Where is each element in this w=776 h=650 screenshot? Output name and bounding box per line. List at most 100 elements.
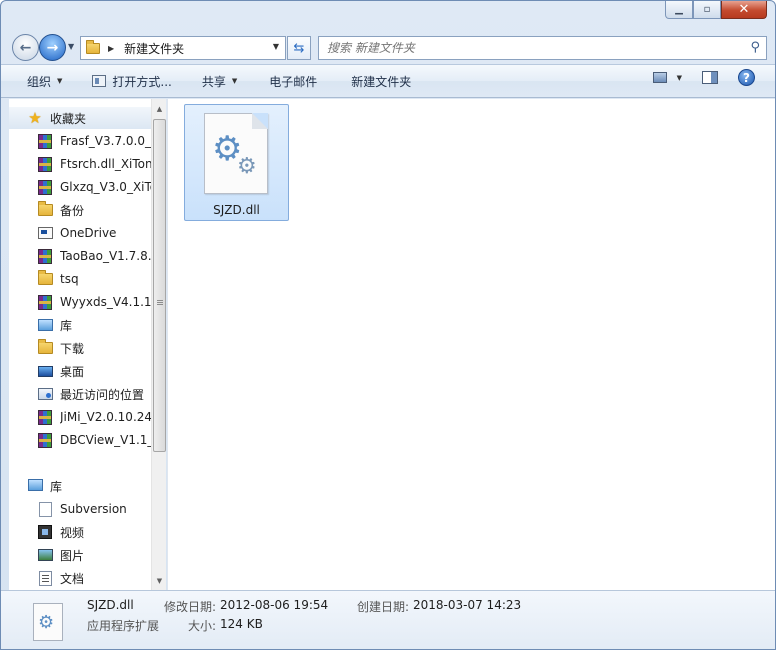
nav-item-label: 库 — [60, 318, 73, 333]
close-button[interactable]: ✕ — [721, 1, 767, 19]
share-label: 共享 — [201, 74, 226, 89]
chevron-down-icon[interactable]: ▼ — [677, 74, 682, 82]
nav-item[interactable]: DBCView_V1.1_ — [37, 429, 151, 451]
nav-item-label: OneDrive — [60, 226, 117, 240]
back-button[interactable]: ← — [12, 34, 39, 61]
libraries-label: 库 — [50, 479, 63, 494]
details-modified-value: 2012-08-06 19:54 — [220, 598, 329, 612]
email-label: 电子邮件 — [269, 74, 318, 89]
recent-pages-dropdown[interactable]: ▼ — [68, 42, 74, 51]
details-file-type: 应用程序扩展 — [87, 619, 160, 633]
nav-item[interactable]: 文档 — [37, 567, 151, 589]
chevron-down-icon[interactable]: ▼ — [273, 42, 279, 51]
details-file-name: SJZD.dll — [87, 598, 134, 612]
chevron-right-icon[interactable]: ▶ — [108, 44, 114, 53]
video-library-icon — [37, 524, 53, 540]
email-button[interactable]: 电子邮件 — [263, 69, 323, 93]
rar-archive-icon — [37, 248, 53, 264]
nav-item[interactable]: tsq — [37, 268, 151, 290]
refresh-button[interactable]: ⇆ — [287, 36, 311, 60]
details-pane: ⚙ SJZD.dll 应用程序扩展 修改日期: 2012-08-06 19:54… — [1, 590, 775, 649]
arrow-left-icon: ← — [19, 39, 32, 56]
details-size-label: 大小: — [188, 619, 217, 633]
search-icon[interactable]: ⚲ — [750, 40, 760, 55]
close-icon: ✕ — [738, 2, 750, 17]
nav-item[interactable]: 下载 — [37, 337, 151, 359]
navigation-scrollbar[interactable]: ▲ ▼ — [151, 99, 166, 590]
download-folder-icon — [37, 339, 53, 356]
favorites-header[interactable]: ★ 收藏夹 — [9, 107, 151, 129]
nav-item-label: Glxzq_V3.0_XiTo — [60, 180, 151, 194]
search-input[interactable] — [327, 41, 747, 55]
nav-item-label: Wyyxds_V4.1.1. — [60, 295, 151, 309]
nav-item[interactable]: Subversion — [37, 498, 151, 520]
open-with-button[interactable]: 打开方式... — [86, 69, 177, 93]
nav-item[interactable]: TaoBao_V1.7.8. — [37, 245, 151, 267]
preview-pane-icon[interactable] — [702, 71, 718, 84]
nav-item-label: 文档 — [60, 571, 85, 586]
open-with-label: 打开方式... — [112, 74, 172, 89]
nav-item[interactable]: Wyyxds_V4.1.1. — [37, 291, 151, 313]
refresh-icon: ⇆ — [293, 40, 305, 56]
rar-archive-icon — [37, 133, 53, 149]
nav-item[interactable]: 桌面 — [37, 360, 151, 382]
nav-item[interactable]: 库 — [37, 314, 151, 336]
grip-icon — [157, 300, 163, 301]
nav-item[interactable]: 最近访问的位置 — [37, 383, 151, 405]
nav-item[interactable]: Glxzq_V3.0_XiTo — [37, 176, 151, 198]
scrollbar-thumb[interactable] — [153, 119, 166, 452]
command-bar: 组织 ▼ 打开方式... 共享 ▼ 电子邮件 新建文件夹 ▼ ? — [1, 64, 775, 98]
nav-item[interactable]: 图片 — [37, 544, 151, 566]
new-folder-button[interactable]: 新建文件夹 — [345, 69, 417, 93]
minimize-button[interactable]: ▁ — [665, 1, 693, 19]
folder-icon — [37, 201, 53, 218]
nav-item[interactable]: 视频 — [37, 521, 151, 543]
change-view-icon[interactable] — [652, 72, 667, 83]
details-created-label: 创建日期: — [357, 600, 410, 614]
scroll-down-arrow-icon[interactable]: ▼ — [152, 573, 167, 588]
nav-item[interactable]: OneDrive — [37, 222, 151, 244]
file-item-selected[interactable]: ⚙ ⚙ SJZD.dll — [184, 104, 289, 221]
subversion-icon — [37, 501, 53, 517]
maximize-icon: ▫ — [703, 4, 711, 15]
breadcrumb-current-folder[interactable]: 新建文件夹 — [124, 40, 184, 57]
nav-item-label: 桌面 — [60, 364, 85, 379]
chevron-down-icon: ▼ — [231, 77, 238, 85]
scroll-up-arrow-icon[interactable]: ▲ — [152, 101, 167, 116]
details-modified-label: 修改日期: — [164, 600, 217, 614]
open-with-icon — [92, 75, 107, 87]
nav-item[interactable]: JiMi_V2.0.10.24_ — [37, 406, 151, 428]
address-bar[interactable]: ▶ 新建文件夹 ▼ — [80, 36, 286, 60]
nav-item[interactable]: Frasf_V3.7.0.0_X — [37, 130, 151, 152]
folder-icon — [86, 39, 100, 54]
forward-button[interactable]: → — [39, 34, 66, 61]
nav-item[interactable]: 备份 — [37, 199, 151, 221]
view-controls: ▼ ? — [652, 69, 775, 86]
share-button[interactable]: 共享 ▼ — [196, 69, 243, 93]
chevron-down-icon: ▼ — [57, 77, 63, 85]
nav-item[interactable]: Ftsrch.dll_XiTon — [37, 153, 151, 175]
organize-button[interactable]: 组织 ▼ — [21, 69, 68, 93]
help-icon[interactable]: ? — [738, 69, 755, 86]
nav-item-label: Frasf_V3.7.0.0_X — [60, 134, 151, 148]
recent-places-icon — [37, 386, 53, 402]
search-box[interactable]: ⚲ — [318, 36, 767, 60]
maximize-button[interactable]: ▫ — [693, 1, 721, 19]
libraries-header[interactable]: 库 — [9, 475, 151, 497]
nav-item-label: 最近访问的位置 — [60, 387, 145, 402]
nav-item-label: 备份 — [60, 203, 85, 218]
nav-item-label: tsq — [60, 272, 79, 286]
folder-icon — [37, 270, 53, 287]
details-size-value: 124 KB — [220, 617, 263, 631]
onedrive-icon — [37, 225, 53, 241]
library-icon — [37, 317, 53, 333]
rar-archive-icon — [37, 432, 53, 448]
details-created-value: 2018-03-07 14:23 — [413, 598, 522, 612]
navigation-pane: ★ 收藏夹 Frasf_V3.7.0.0_X Ftsrch.dll_XiTon … — [9, 99, 151, 590]
minimize-icon: ▁ — [675, 4, 683, 15]
address-row: ← → ▼ ▶ 新建文件夹 ▼ ⇆ ⚲ — [1, 28, 775, 64]
library-icon — [27, 478, 43, 494]
organize-label: 组织 — [27, 74, 52, 89]
pictures-library-icon — [37, 547, 53, 563]
file-list-area[interactable]: ⚙ ⚙ SJZD.dll — [167, 99, 775, 590]
